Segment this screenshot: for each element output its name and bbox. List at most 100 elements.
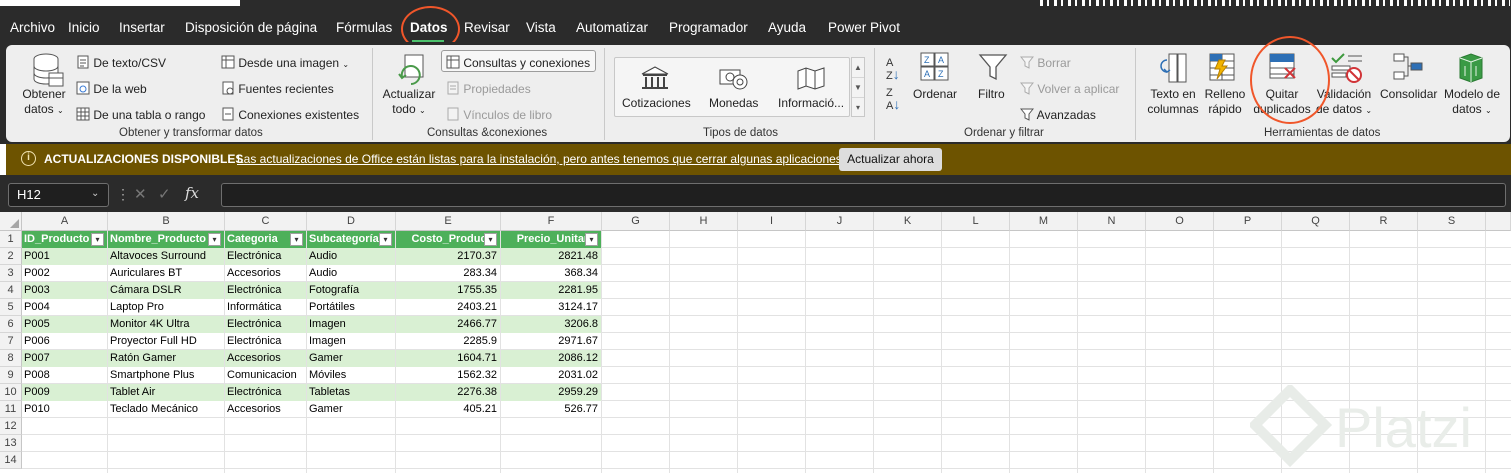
sort-za-button[interactable]: Z A↓ [886,88,900,112]
table-cell[interactable]: 3124.17 [501,299,601,316]
row-header-4[interactable]: 4 [0,282,22,299]
column-header-f[interactable]: F [501,212,602,231]
avanzadas-button[interactable]: Avanzadas [1019,105,1096,122]
table-cell[interactable]: 2285.9 [396,333,500,350]
de-la-web-button[interactable]: De la web [76,79,147,96]
row-header-5[interactable]: 5 [0,299,22,316]
column-header-j[interactable]: J [806,212,874,231]
table-cell[interactable]: P006 [22,333,107,350]
relleno-rapido-button[interactable]: Relleno rápido [1201,87,1249,117]
column-header-a[interactable]: A [22,212,108,231]
tab-disposición-de-página[interactable]: Disposición de página [185,20,317,35]
tab-ayuda[interactable]: Ayuda [768,20,806,35]
table-cell[interactable]: Imagen [307,333,395,350]
table-cell[interactable]: Accesorios [225,401,306,418]
table-cell[interactable]: Comunicacion [225,367,306,384]
fuentes-recientes-button[interactable]: Fuentes recientes [221,79,334,96]
column-header-n[interactable]: N [1078,212,1146,231]
table-cell[interactable]: P005 [22,316,107,333]
table-cell[interactable]: P003 [22,282,107,299]
table-cell[interactable]: 405.21 [396,401,500,418]
gallery-expand-icon[interactable]: ▾ [852,98,864,118]
table-cell[interactable]: 526.77 [501,401,601,418]
table-cell[interactable]: Móviles [307,367,395,384]
desde-imagen-button[interactable]: Desde una imagen ⌄ [221,53,349,70]
table-cell[interactable]: 283.34 [396,265,500,282]
tab-inicio[interactable]: Inicio [68,20,100,35]
table-cell[interactable]: Proyector Full HD [108,333,224,350]
ordenar-button[interactable]: Ordenar [913,87,957,101]
tab-revisar[interactable]: Revisar [464,20,510,35]
table-cell[interactable]: P002 [22,265,107,282]
more-options-icon[interactable]: ⋮ [116,186,130,203]
row-header-6[interactable]: 6 [0,316,22,333]
table-cell[interactable]: Imagen [307,316,395,333]
informacion-button[interactable]: Informació... [778,96,844,110]
table-cell[interactable]: Tablet Air [108,384,224,401]
cotizaciones-button[interactable]: Cotizaciones [622,96,691,110]
tab-insertar[interactable]: Insertar [119,20,165,35]
table-cell[interactable]: Electrónica [225,384,306,401]
filtro-button[interactable]: Filtro [978,87,1005,101]
table-cell[interactable]: 2403.21 [396,299,500,316]
table-cell[interactable]: Laptop Pro [108,299,224,316]
tab-power-pivot[interactable]: Power Pivot [828,20,900,35]
table-cell[interactable]: Audio [307,248,395,265]
table-cell[interactable]: 2466.77 [396,316,500,333]
column-header-h[interactable]: H [670,212,738,231]
table-cell[interactable]: Portátiles [307,299,395,316]
actualizar-ahora-button[interactable]: Actualizar ahora [839,148,942,171]
actualizar-todo-button[interactable]: Actualizar todo ⌄ [381,87,437,118]
table-cell[interactable]: P010 [22,401,107,418]
table-cell[interactable]: 2086.12 [501,350,601,367]
table-cell[interactable]: 368.34 [501,265,601,282]
table-cell[interactable]: 2276.38 [396,384,500,401]
row-header-12[interactable]: 12 [0,418,22,435]
volver-aplicar-button[interactable]: Volver a aplicar [1019,79,1119,96]
column-header-e[interactable]: E [396,212,501,231]
table-cell[interactable]: 1604.71 [396,350,500,367]
insert-function-icon[interactable]: fx [185,184,199,202]
propiedades-button[interactable]: Propiedades [446,79,531,96]
row-header-10[interactable]: 10 [0,384,22,401]
table-cell[interactable]: Fotografía [307,282,395,299]
table-cell[interactable]: 1755.35 [396,282,500,299]
row-header-9[interactable]: 9 [0,367,22,384]
filter-dropdown-icon[interactable]: ▾ [91,233,104,246]
chevron-up-icon[interactable]: ▲ [852,58,864,78]
cancel-icon[interactable]: ✕ [134,185,147,203]
chevron-down-icon[interactable]: ▼ [852,78,864,98]
monedas-button[interactable]: Monedas [709,96,758,110]
table-cell[interactable]: Altavoces Surround [108,248,224,265]
table-cell[interactable]: 3206.8 [501,316,601,333]
table-cell[interactable]: Cámara DSLR [108,282,224,299]
column-header-partial[interactable] [1486,212,1511,231]
column-header-d[interactable]: D [307,212,396,231]
formula-input[interactable] [221,183,1506,207]
column-header-p[interactable]: P [1214,212,1282,231]
table-cell[interactable]: 2821.48 [501,248,601,265]
column-header-i[interactable]: I [738,212,806,231]
table-header-cell[interactable]: Nombre_Producto [108,231,224,248]
confirm-icon[interactable]: ✓ [158,185,171,203]
table-cell[interactable]: Electrónica [225,248,306,265]
table-cell[interactable]: Electrónica [225,333,306,350]
column-header-r[interactable]: R [1350,212,1418,231]
table-cell[interactable]: Accesorios [225,265,306,282]
table-cell[interactable]: Smartphone Plus [108,367,224,384]
conexiones-existentes-button[interactable]: Conexiones existentes [221,105,359,122]
column-header-b[interactable]: B [108,212,225,231]
table-cell[interactable]: 2959.29 [501,384,601,401]
column-header-c[interactable]: C [225,212,307,231]
modelo-datos-button[interactable]: Modelo de datos ⌄ [1440,87,1504,118]
table-cell[interactable]: Tabletas [307,384,395,401]
filter-dropdown-icon[interactable]: ▾ [379,233,392,246]
consolidar-button[interactable]: Consolidar [1380,87,1437,101]
row-header-8[interactable]: 8 [0,350,22,367]
table-cell[interactable]: P007 [22,350,107,367]
table-cell[interactable]: 2971.67 [501,333,601,350]
table-cell[interactable]: Auriculares BT [108,265,224,282]
tab-fórmulas[interactable]: Fórmulas [336,20,392,35]
table-cell[interactable]: Electrónica [225,282,306,299]
column-header-k[interactable]: K [874,212,942,231]
